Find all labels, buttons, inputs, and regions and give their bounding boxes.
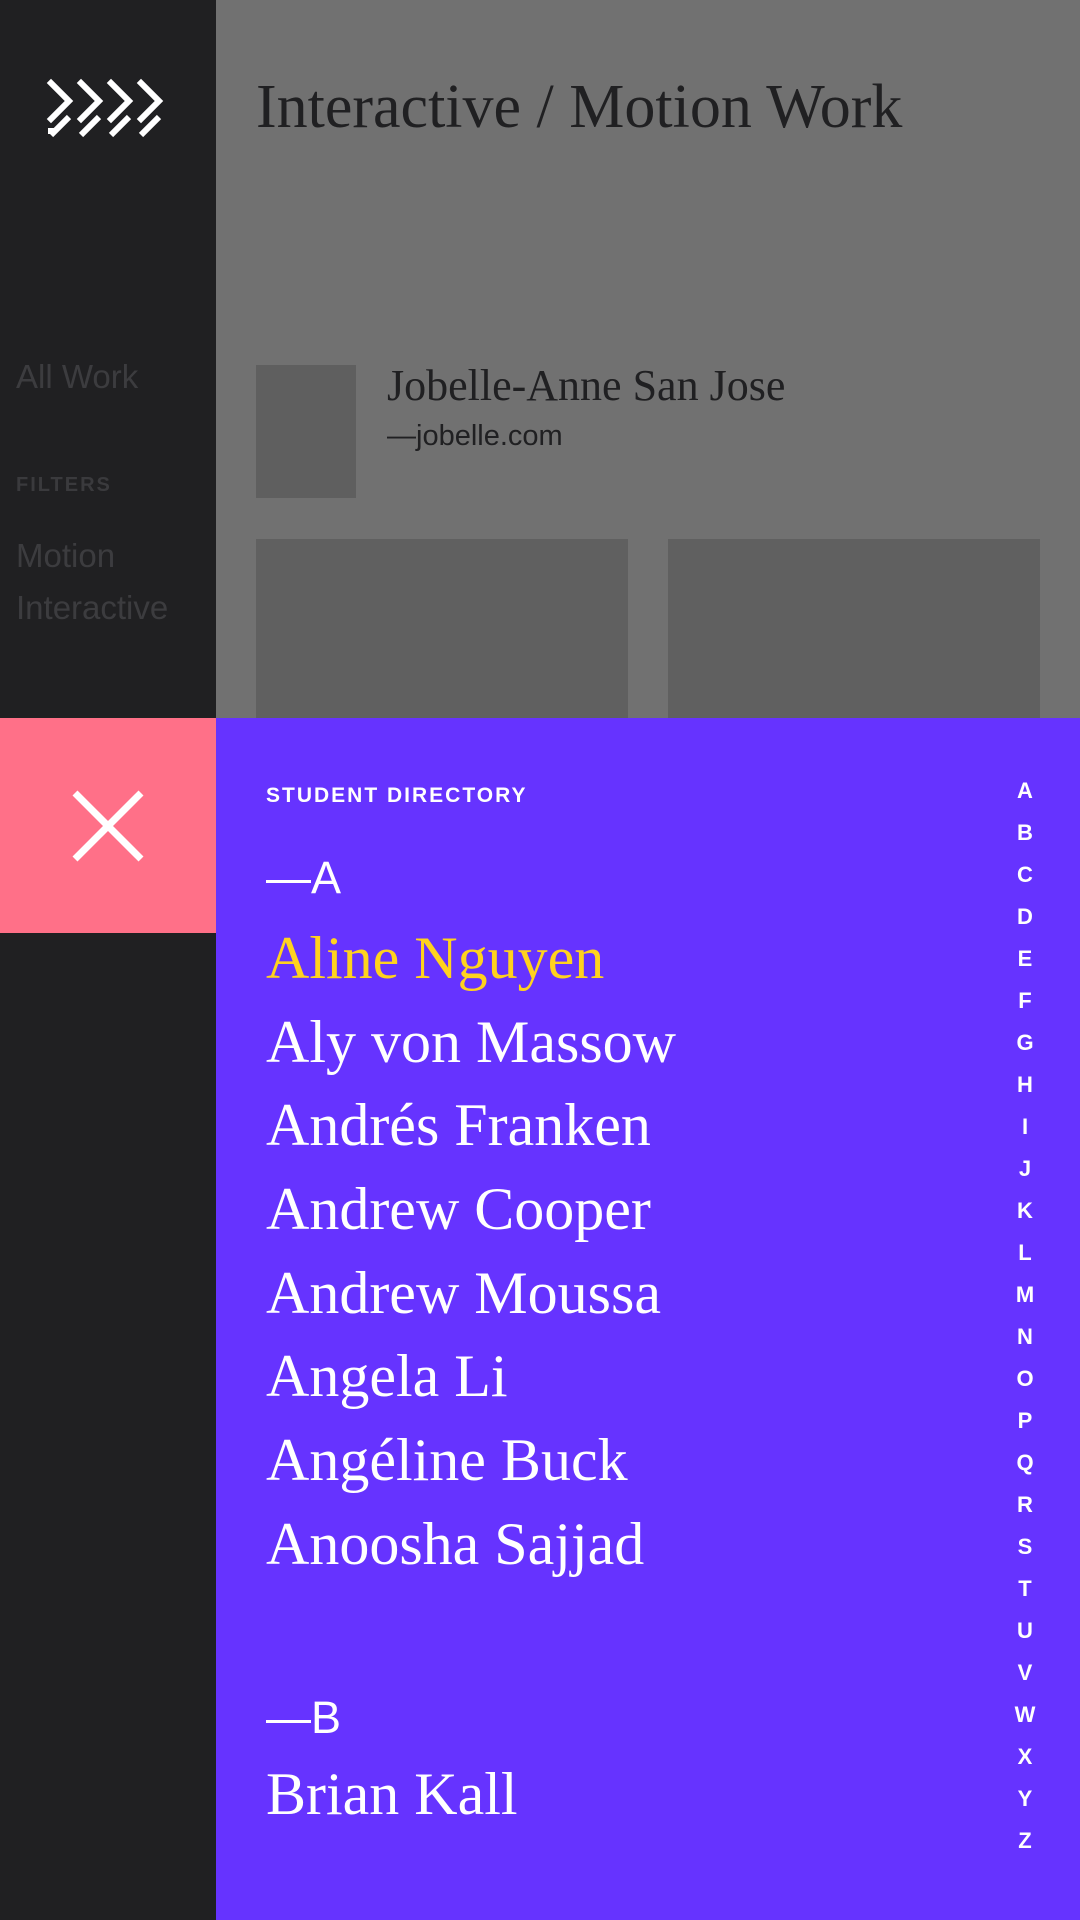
section-letter-a: —A [266, 852, 342, 903]
work-thumbnail[interactable] [256, 539, 628, 718]
alphabet-letter-w[interactable]: W [1010, 1702, 1040, 1728]
alphabet-letter-l[interactable]: L [1010, 1240, 1040, 1266]
alphabet-letter-m[interactable]: M [1010, 1282, 1040, 1308]
alphabet-letter-n[interactable]: N [1010, 1324, 1040, 1350]
student-name[interactable]: Jobelle-Anne San Jose [387, 360, 785, 411]
student-avatar[interactable] [256, 365, 356, 498]
directory-name-item[interactable]: Brian Kall [266, 1760, 518, 1829]
chevrons-logo-icon[interactable] [46, 78, 170, 140]
work-thumbnail[interactable] [668, 539, 1040, 718]
alphabet-letter-g[interactable]: G [1010, 1030, 1040, 1056]
alphabet-letter-a[interactable]: A [1010, 778, 1040, 804]
alphabet-letter-f[interactable]: F [1010, 988, 1040, 1014]
directory-name-item[interactable]: Andrés Franken [266, 1091, 651, 1160]
alphabet-letter-x[interactable]: X [1010, 1744, 1040, 1770]
alphabet-letter-z[interactable]: Z [1010, 1828, 1040, 1854]
alphabet-letter-i[interactable]: I [1010, 1114, 1040, 1140]
alphabet-letter-v[interactable]: V [1010, 1660, 1040, 1686]
directory-name-item[interactable]: Andrew Cooper [266, 1175, 651, 1244]
directory-name-item[interactable]: Aline Nguyen [266, 924, 604, 993]
sidebar: All Work FILTERS Motion Interactive [0, 0, 216, 1920]
directory-name-item[interactable]: Angéline Buck [266, 1426, 628, 1495]
directory-name-item[interactable]: Anoosha Sajjad [266, 1510, 644, 1579]
alphabet-letter-p[interactable]: P [1010, 1408, 1040, 1434]
alphabet-letter-q[interactable]: Q [1010, 1450, 1040, 1476]
directory-name-item[interactable]: Andrew Moussa [266, 1259, 661, 1328]
main-content: Interactive / Motion Work Jobelle-Anne S… [216, 0, 1080, 718]
alphabet-letter-t[interactable]: T [1010, 1576, 1040, 1602]
filter-interactive[interactable]: Interactive [16, 589, 168, 627]
alphabet-letter-s[interactable]: S [1010, 1534, 1040, 1560]
alphabet-letter-y[interactable]: Y [1010, 1786, 1040, 1812]
alphabet-letter-b[interactable]: B [1010, 820, 1040, 846]
directory-name-item[interactable]: Angela Li [266, 1342, 508, 1411]
filters-heading: FILTERS [16, 474, 112, 496]
directory-heading: STUDENT DIRECTORY [266, 784, 528, 807]
alphabet-letter-h[interactable]: H [1010, 1072, 1040, 1098]
alphabet-letter-c[interactable]: C [1010, 862, 1040, 888]
alphabet-letter-u[interactable]: U [1010, 1618, 1040, 1644]
nav-all-work[interactable]: All Work [16, 358, 138, 396]
page-title: Interactive / Motion Work [256, 73, 903, 141]
alphabet-letter-d[interactable]: D [1010, 904, 1040, 930]
alphabet-letter-e[interactable]: E [1010, 946, 1040, 972]
student-website-link[interactable]: —jobelle.com [387, 420, 563, 453]
filter-motion[interactable]: Motion [16, 537, 115, 575]
student-directory-panel: STUDENT DIRECTORY —A Aline Nguyen Aly vo… [216, 718, 1080, 1920]
directory-name-item[interactable]: Aly von Massow [266, 1008, 676, 1077]
close-directory-button[interactable] [0, 718, 216, 933]
alphabet-letter-r[interactable]: R [1010, 1492, 1040, 1518]
alphabet-letter-o[interactable]: O [1010, 1366, 1040, 1392]
section-letter-b: —B [266, 1692, 342, 1743]
alphabet-letter-k[interactable]: K [1010, 1198, 1040, 1224]
alphabet-letter-j[interactable]: J [1010, 1156, 1040, 1182]
close-icon [72, 790, 144, 862]
